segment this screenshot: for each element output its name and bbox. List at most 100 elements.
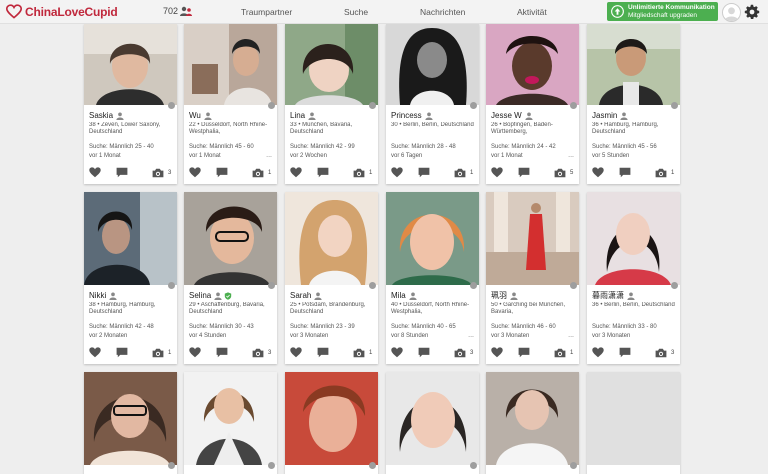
profile-photo[interactable]	[84, 24, 177, 105]
profile-card[interactable]: Mila 40 • Düsseldorf, North Rhine-Westph…	[386, 192, 479, 364]
logo[interactable]: ChinaLoveCupid	[6, 3, 118, 21]
profile-photo[interactable]	[285, 192, 378, 285]
camera-icon[interactable]	[554, 348, 566, 358]
profile-card[interactable]: 暮雨潇潇 36 • Berlin, Berlin, Deutschland Su…	[587, 192, 680, 364]
nav-suche[interactable]: Suche	[344, 7, 368, 17]
heart-icon[interactable]	[89, 167, 101, 178]
chat-icon[interactable]	[418, 347, 430, 358]
camera-icon[interactable]	[353, 348, 365, 358]
profile-photo[interactable]	[486, 24, 579, 105]
user-avatar[interactable]	[722, 3, 741, 22]
nav-traumpartner[interactable]: Traumpartner	[241, 7, 292, 17]
profile-name[interactable]: 暮雨潇潇	[592, 290, 624, 301]
profile-name[interactable]: Sarah	[290, 291, 311, 300]
chat-icon[interactable]	[116, 347, 128, 358]
profile-card[interactable]	[184, 372, 277, 474]
profile-photo[interactable]	[386, 24, 479, 105]
profile-photo[interactable]	[386, 372, 479, 465]
chat-icon[interactable]	[317, 167, 329, 178]
profile-name[interactable]: Princess	[391, 111, 422, 120]
profile-last-active: vor 2 Monaten	[89, 332, 128, 339]
profile-card[interactable]: Lina 33 • München, Bavaria, Deutschland …	[285, 24, 378, 184]
profile-card[interactable]: Wu 22 • Düsseldorf, North Rhine-Westphal…	[184, 24, 277, 184]
heart-icon[interactable]	[290, 167, 302, 178]
profile-card[interactable]: Jasmin 36 • Hamburg, Hamburg, Deutschlan…	[587, 24, 680, 184]
profile-photo[interactable]	[84, 192, 177, 285]
chat-icon[interactable]	[619, 167, 631, 178]
online-count[interactable]: 702	[163, 6, 193, 16]
camera-icon[interactable]	[554, 168, 566, 178]
nav-aktivitaet[interactable]: Aktivität	[517, 7, 547, 17]
camera-icon[interactable]	[454, 348, 466, 358]
profile-photo[interactable]	[486, 192, 579, 285]
profile-card[interactable]	[84, 372, 177, 474]
profile-photo[interactable]	[587, 24, 680, 105]
chat-icon[interactable]	[518, 167, 530, 178]
profile-name[interactable]: Mila	[391, 291, 406, 300]
profile-card[interactable]	[386, 372, 479, 474]
camera-icon[interactable]	[655, 348, 667, 358]
camera-icon[interactable]	[152, 168, 164, 178]
heart-icon[interactable]	[592, 167, 604, 178]
profile-card[interactable]: Selina 29 • Aschaffenburg, Bavaria, Deut…	[184, 192, 277, 364]
heart-icon[interactable]	[290, 347, 302, 358]
upgrade-button[interactable]: Unlimitierte Kommunikation Mitgliedschaf…	[607, 2, 718, 21]
nav-nachrichten[interactable]: Nachrichten	[420, 7, 465, 17]
camera-icon[interactable]	[353, 168, 365, 178]
heart-icon[interactable]	[189, 167, 201, 178]
heart-icon[interactable]	[89, 347, 101, 358]
profile-photo[interactable]	[184, 192, 277, 285]
chat-icon[interactable]	[418, 167, 430, 178]
chat-icon[interactable]	[216, 347, 228, 358]
profile-card[interactable]: Jesse W 26 • Bopfingen, Baden-Württember…	[486, 24, 579, 184]
profile-card[interactable]: Nikki 38 • Hamburg, Hamburg, Deutschland…	[84, 192, 177, 364]
profile-photo[interactable]	[184, 372, 277, 465]
gear-icon[interactable]	[744, 4, 760, 20]
heart-icon[interactable]	[592, 347, 604, 358]
profile-last-active: vor 2 Wochen	[290, 152, 327, 159]
heart-icon[interactable]	[391, 347, 403, 358]
profile-photo[interactable]	[285, 372, 378, 465]
profile-photo[interactable]	[486, 372, 579, 465]
profile-photo[interactable]	[184, 24, 277, 105]
profile-search: Suche: Männlich 46 - 60	[491, 324, 556, 330]
profile-card[interactable]	[285, 372, 378, 474]
profile-name[interactable]: Selina	[189, 291, 211, 300]
profile-card[interactable]	[486, 372, 579, 474]
profile-photo[interactable]	[84, 372, 177, 465]
camera-icon[interactable]	[152, 348, 164, 358]
heart-icon[interactable]	[491, 167, 503, 178]
person-icon	[620, 112, 628, 120]
profile-photo[interactable]	[386, 192, 479, 285]
heart-icon[interactable]	[391, 167, 403, 178]
profile-card-placeholder[interactable]	[587, 372, 680, 474]
profile-card[interactable]: Sarah 25 • Potsdam, Brandenburg, Deutsch…	[285, 192, 378, 364]
chat-icon[interactable]	[518, 347, 530, 358]
profile-search: Suche: Männlich 45 - 60	[189, 144, 254, 150]
profile-name[interactable]: Saskia	[89, 111, 113, 120]
camera-icon[interactable]	[252, 168, 264, 178]
camera-icon[interactable]	[454, 168, 466, 178]
profile-name[interactable]: Jesse W	[491, 111, 522, 120]
profile-photo[interactable]	[587, 192, 680, 285]
profile-name[interactable]: Nikki	[89, 291, 106, 300]
profile-name[interactable]: Wu	[189, 111, 201, 120]
profile-name[interactable]: 珮羽	[491, 290, 507, 301]
camera-icon[interactable]	[655, 168, 667, 178]
heart-icon[interactable]	[189, 347, 201, 358]
chat-icon[interactable]	[216, 167, 228, 178]
heart-icon[interactable]	[491, 347, 503, 358]
profile-card[interactable]: Princess 30 • Berlin, Berlin, Deutschlan…	[386, 24, 479, 184]
chat-icon[interactable]	[619, 347, 631, 358]
profile-photo[interactable]	[285, 24, 378, 105]
profile-card[interactable]: 珮羽 50 • Garching bei München, Bavaria, S…	[486, 192, 579, 364]
profile-last-active: vor 3 Monaten	[491, 332, 530, 339]
profile-name[interactable]: Lina	[290, 111, 305, 120]
chat-icon[interactable]	[116, 167, 128, 178]
camera-icon[interactable]	[252, 348, 264, 358]
profile-card[interactable]: Saskia 38 • Zeven, Lower Saxony, Deutsch…	[84, 24, 177, 184]
profile-last-active: vor 3 Monaten	[592, 332, 631, 339]
chat-icon[interactable]	[317, 347, 329, 358]
profile-name[interactable]: Jasmin	[592, 111, 617, 120]
profile-search: Suche: Männlich 33 - 80	[592, 324, 657, 330]
